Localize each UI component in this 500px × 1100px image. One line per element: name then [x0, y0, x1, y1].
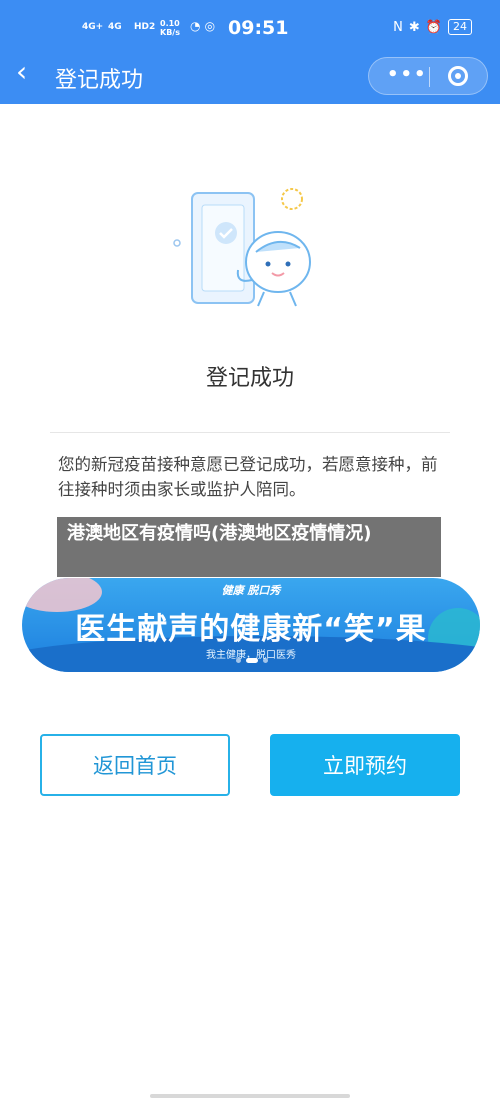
carousel-dots	[236, 658, 268, 663]
caption-overlay: 港澳地区有疫情吗(港澳地区疫情情况)	[57, 517, 441, 577]
network-speed: 0.10 KB/s	[160, 19, 180, 37]
back-home-button[interactable]: 返回首页	[40, 734, 230, 796]
banner-title: 医生献声的健康新“笑”果	[75, 612, 427, 647]
success-description: 您的新冠疫苗接种意愿已登记成功，若愿意接种，前往接种时须由家长或监护人陪同。	[58, 455, 438, 499]
app-notification-icon: ◔ ◎	[190, 19, 216, 33]
status-bar: 4G+ 4G HD2 0.10 KB/s ◔ ◎ 09:51 N ✱ ⏰ 24	[0, 14, 500, 46]
bluetooth-icon: ✱	[408, 19, 420, 35]
status-time: 09:51	[228, 17, 289, 39]
nfc-icon: N	[393, 19, 403, 35]
page-title: 登记成功	[55, 68, 144, 93]
mini-program-capsule: •••	[368, 57, 488, 95]
back-icon[interactable]: ‹	[16, 58, 27, 86]
nav-bar: ‹ 登记成功 •••	[0, 48, 500, 104]
carousel-dot[interactable]	[263, 658, 268, 663]
alarm-icon: ⏰	[425, 19, 442, 35]
more-icon[interactable]: •••	[387, 64, 428, 85]
banner-logo: 健康 脱口秀	[221, 584, 281, 597]
battery-icon: 24	[448, 19, 472, 35]
capsule-divider	[429, 67, 430, 87]
hd-indicator: HD2	[134, 22, 156, 32]
book-now-button[interactable]: 立即预约	[270, 734, 460, 796]
close-miniprogram-icon[interactable]	[448, 66, 468, 86]
status-right-icons: N ✱ ⏰ 24	[393, 19, 472, 35]
signal-4g: 4G	[108, 22, 122, 32]
header-bar: 4G+ 4G HD2 0.10 KB/s ◔ ◎ 09:51 N ✱ ⏰ 24 …	[0, 0, 500, 104]
content-divider	[50, 432, 450, 433]
success-heading: 登记成功	[205, 366, 294, 391]
carousel-dot[interactable]	[236, 658, 241, 663]
success-illustration	[173, 188, 311, 307]
signal-4g-plus: 4G+	[82, 22, 104, 32]
home-indicator[interactable]	[150, 1094, 350, 1098]
carousel-dot-active[interactable]	[246, 658, 258, 663]
